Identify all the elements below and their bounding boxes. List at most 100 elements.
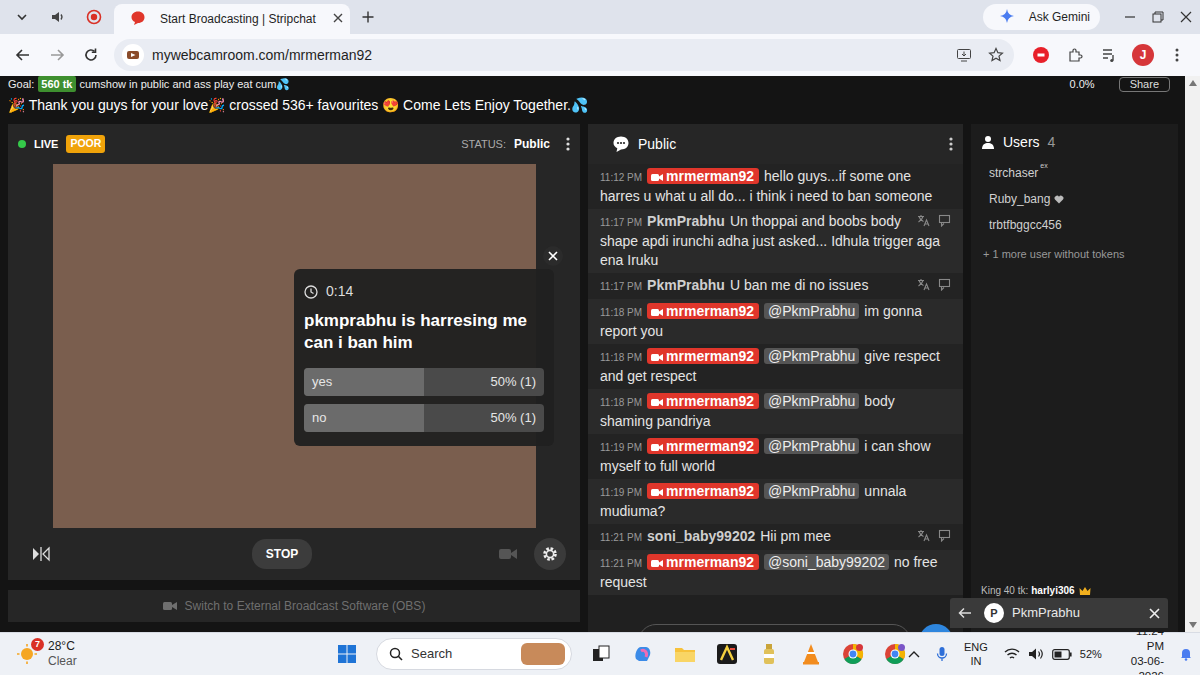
viewer-username[interactable]: PkmPrabhu [647, 277, 725, 293]
font-app-icon[interactable] [714, 641, 740, 667]
stream-menu-icon[interactable] [566, 136, 570, 152]
send-button[interactable] [919, 624, 953, 632]
language-code: ENG [964, 640, 988, 654]
chrome-profile-j-icon[interactable] [840, 641, 866, 667]
user-name-text: strchaser [989, 166, 1038, 180]
weather-widget[interactable]: 7 28°C Clear [14, 639, 334, 669]
windows-start-icon[interactable] [334, 641, 360, 667]
king-name[interactable]: harlyi306 [1031, 583, 1074, 598]
mention-tag[interactable]: @soni_baby99202 [764, 554, 889, 570]
tab-search-icon[interactable] [8, 3, 36, 31]
user-row[interactable]: Ruby_bang [971, 186, 1178, 212]
private-message-bar[interactable]: P PkmPrabhu [950, 598, 1168, 628]
speaker-icon[interactable] [44, 3, 72, 31]
crown-icon [1079, 586, 1091, 596]
close-pm-icon[interactable] [1149, 608, 1160, 619]
broadcaster-name-badge[interactable]: mrmerman92 [647, 393, 759, 409]
install-app-icon[interactable] [956, 47, 972, 63]
ask-gemini-button[interactable]: Ask Gemini [983, 4, 1100, 30]
show-hidden-icons[interactable] [908, 650, 920, 658]
broadcaster-name-badge[interactable]: mrmerman92 [647, 348, 759, 364]
translate-icon[interactable] [917, 214, 930, 227]
copilot-icon[interactable] [630, 641, 656, 667]
chat-message: 11:21 PMsoni_baby99202Hii pm mee [588, 524, 963, 550]
wifi-icon [1004, 647, 1020, 661]
obs-switch-bar[interactable]: Switch to External Broadcast Software (O… [8, 590, 580, 622]
chat-message: 11:17 PMPkmPrabhuU ban me di no issues [588, 273, 963, 299]
tab-strip: Start Broadcasting | Stripchat Ask Gemin… [0, 0, 1200, 34]
minimize-icon[interactable] [1116, 3, 1144, 31]
mention-tag[interactable]: @PkmPrabhu [764, 303, 859, 319]
poll-option[interactable]: yes50% (1) [304, 368, 544, 396]
report-flag-icon[interactable] [938, 529, 951, 542]
stream-panel: LIVE POOR STATUS: Public 0:14 [8, 124, 580, 580]
broadcaster-name-badge[interactable]: mrmerman92 [647, 303, 759, 319]
translate-icon[interactable] [917, 278, 930, 291]
share-button[interactable]: Share [1119, 77, 1170, 92]
scroll-up-icon[interactable] [1189, 80, 1197, 86]
translate-icon[interactable] [917, 529, 930, 542]
profile-avatar[interactable]: J [1128, 40, 1158, 70]
scroll-down-icon[interactable] [1189, 622, 1197, 628]
public-chat-tab[interactable]: Public [638, 134, 676, 155]
viewer-username[interactable]: PkmPrabhu [647, 213, 725, 229]
chrome-profile-l-icon[interactable] [882, 641, 908, 667]
user-row[interactable]: strchaserex [971, 160, 1178, 186]
broadcaster-name-badge[interactable]: mrmerman92 [647, 438, 759, 454]
mention-tag[interactable]: @PkmPrabhu [764, 348, 859, 364]
back-icon[interactable] [8, 40, 38, 70]
camera-off-icon[interactable] [498, 547, 518, 561]
stop-button[interactable]: STOP [252, 539, 312, 569]
site-info-icon[interactable] [122, 44, 144, 66]
status-label: STATUS: [461, 136, 506, 153]
poll-option[interactable]: no50% (1) [304, 404, 544, 432]
input-language[interactable]: ENG IN [964, 640, 988, 668]
back-arrow-icon[interactable] [958, 607, 972, 619]
broadcaster-name-badge[interactable]: mrmerman92 [647, 168, 759, 184]
media-controls-icon[interactable] [1094, 40, 1124, 70]
bottle-app-icon[interactable] [756, 641, 782, 667]
forward-icon[interactable] [42, 40, 72, 70]
close-poll-icon[interactable] [543, 246, 563, 266]
bookmark-star-icon[interactable] [988, 47, 1004, 63]
taskbar-search[interactable]: Search [376, 638, 572, 670]
adblock-extension-icon[interactable] [1026, 40, 1056, 70]
page-scrollbar[interactable] [1185, 76, 1200, 632]
broadcaster-name-badge[interactable]: mrmerman92 [647, 554, 759, 570]
mention-tag[interactable]: @PkmPrabhu [764, 438, 859, 454]
clock-icon [304, 285, 318, 299]
weather-badge: 7 [31, 638, 44, 651]
restore-icon[interactable] [1144, 3, 1172, 31]
tab-title: Start Broadcasting | Stripchat [160, 10, 316, 28]
report-flag-icon[interactable] [938, 278, 951, 291]
extensions-puzzle-icon[interactable] [1060, 40, 1090, 70]
file-explorer-icon[interactable] [672, 641, 698, 667]
new-tab-icon[interactable] [354, 3, 382, 31]
vlc-icon[interactable] [798, 641, 824, 667]
status-value: Public [514, 135, 550, 153]
report-flag-icon[interactable] [938, 214, 951, 227]
record-icon[interactable] [80, 3, 108, 31]
mention-tag[interactable]: @PkmPrabhu [764, 483, 859, 499]
broadcaster-username: mrmerman92 [666, 483, 754, 499]
web-page: Goal: 560 tk cumshow in public and ass p… [0, 76, 1200, 632]
task-view-icon[interactable] [588, 641, 614, 667]
close-tab-icon[interactable] [324, 4, 352, 32]
reload-icon[interactable] [76, 40, 106, 70]
chat-input[interactable] [638, 624, 911, 632]
chat-menu-icon[interactable] [949, 136, 953, 152]
viewer-username[interactable]: soni_baby99202 [647, 528, 755, 544]
network-volume-battery[interactable]: 52% [1004, 647, 1102, 661]
settings-gear-icon[interactable] [534, 538, 566, 570]
microphone-icon[interactable] [936, 646, 948, 662]
mention-tag[interactable]: @PkmPrabhu [764, 393, 859, 409]
url-field[interactable]: mywebcamroom.com/mrmerman92 [114, 39, 1014, 71]
flip-camera-icon[interactable] [26, 546, 56, 562]
browser-tab[interactable]: Start Broadcasting | Stripchat [114, 4, 350, 34]
user-row[interactable]: trbtfbggcc456 [971, 212, 1178, 238]
browser-menu-icon[interactable] [1162, 40, 1192, 70]
broadcaster-name-badge[interactable]: mrmerman92 [647, 483, 759, 499]
message-time: 11:17 PM [600, 217, 642, 228]
close-window-icon[interactable] [1172, 3, 1200, 31]
notifications-icon[interactable] [1180, 647, 1192, 661]
